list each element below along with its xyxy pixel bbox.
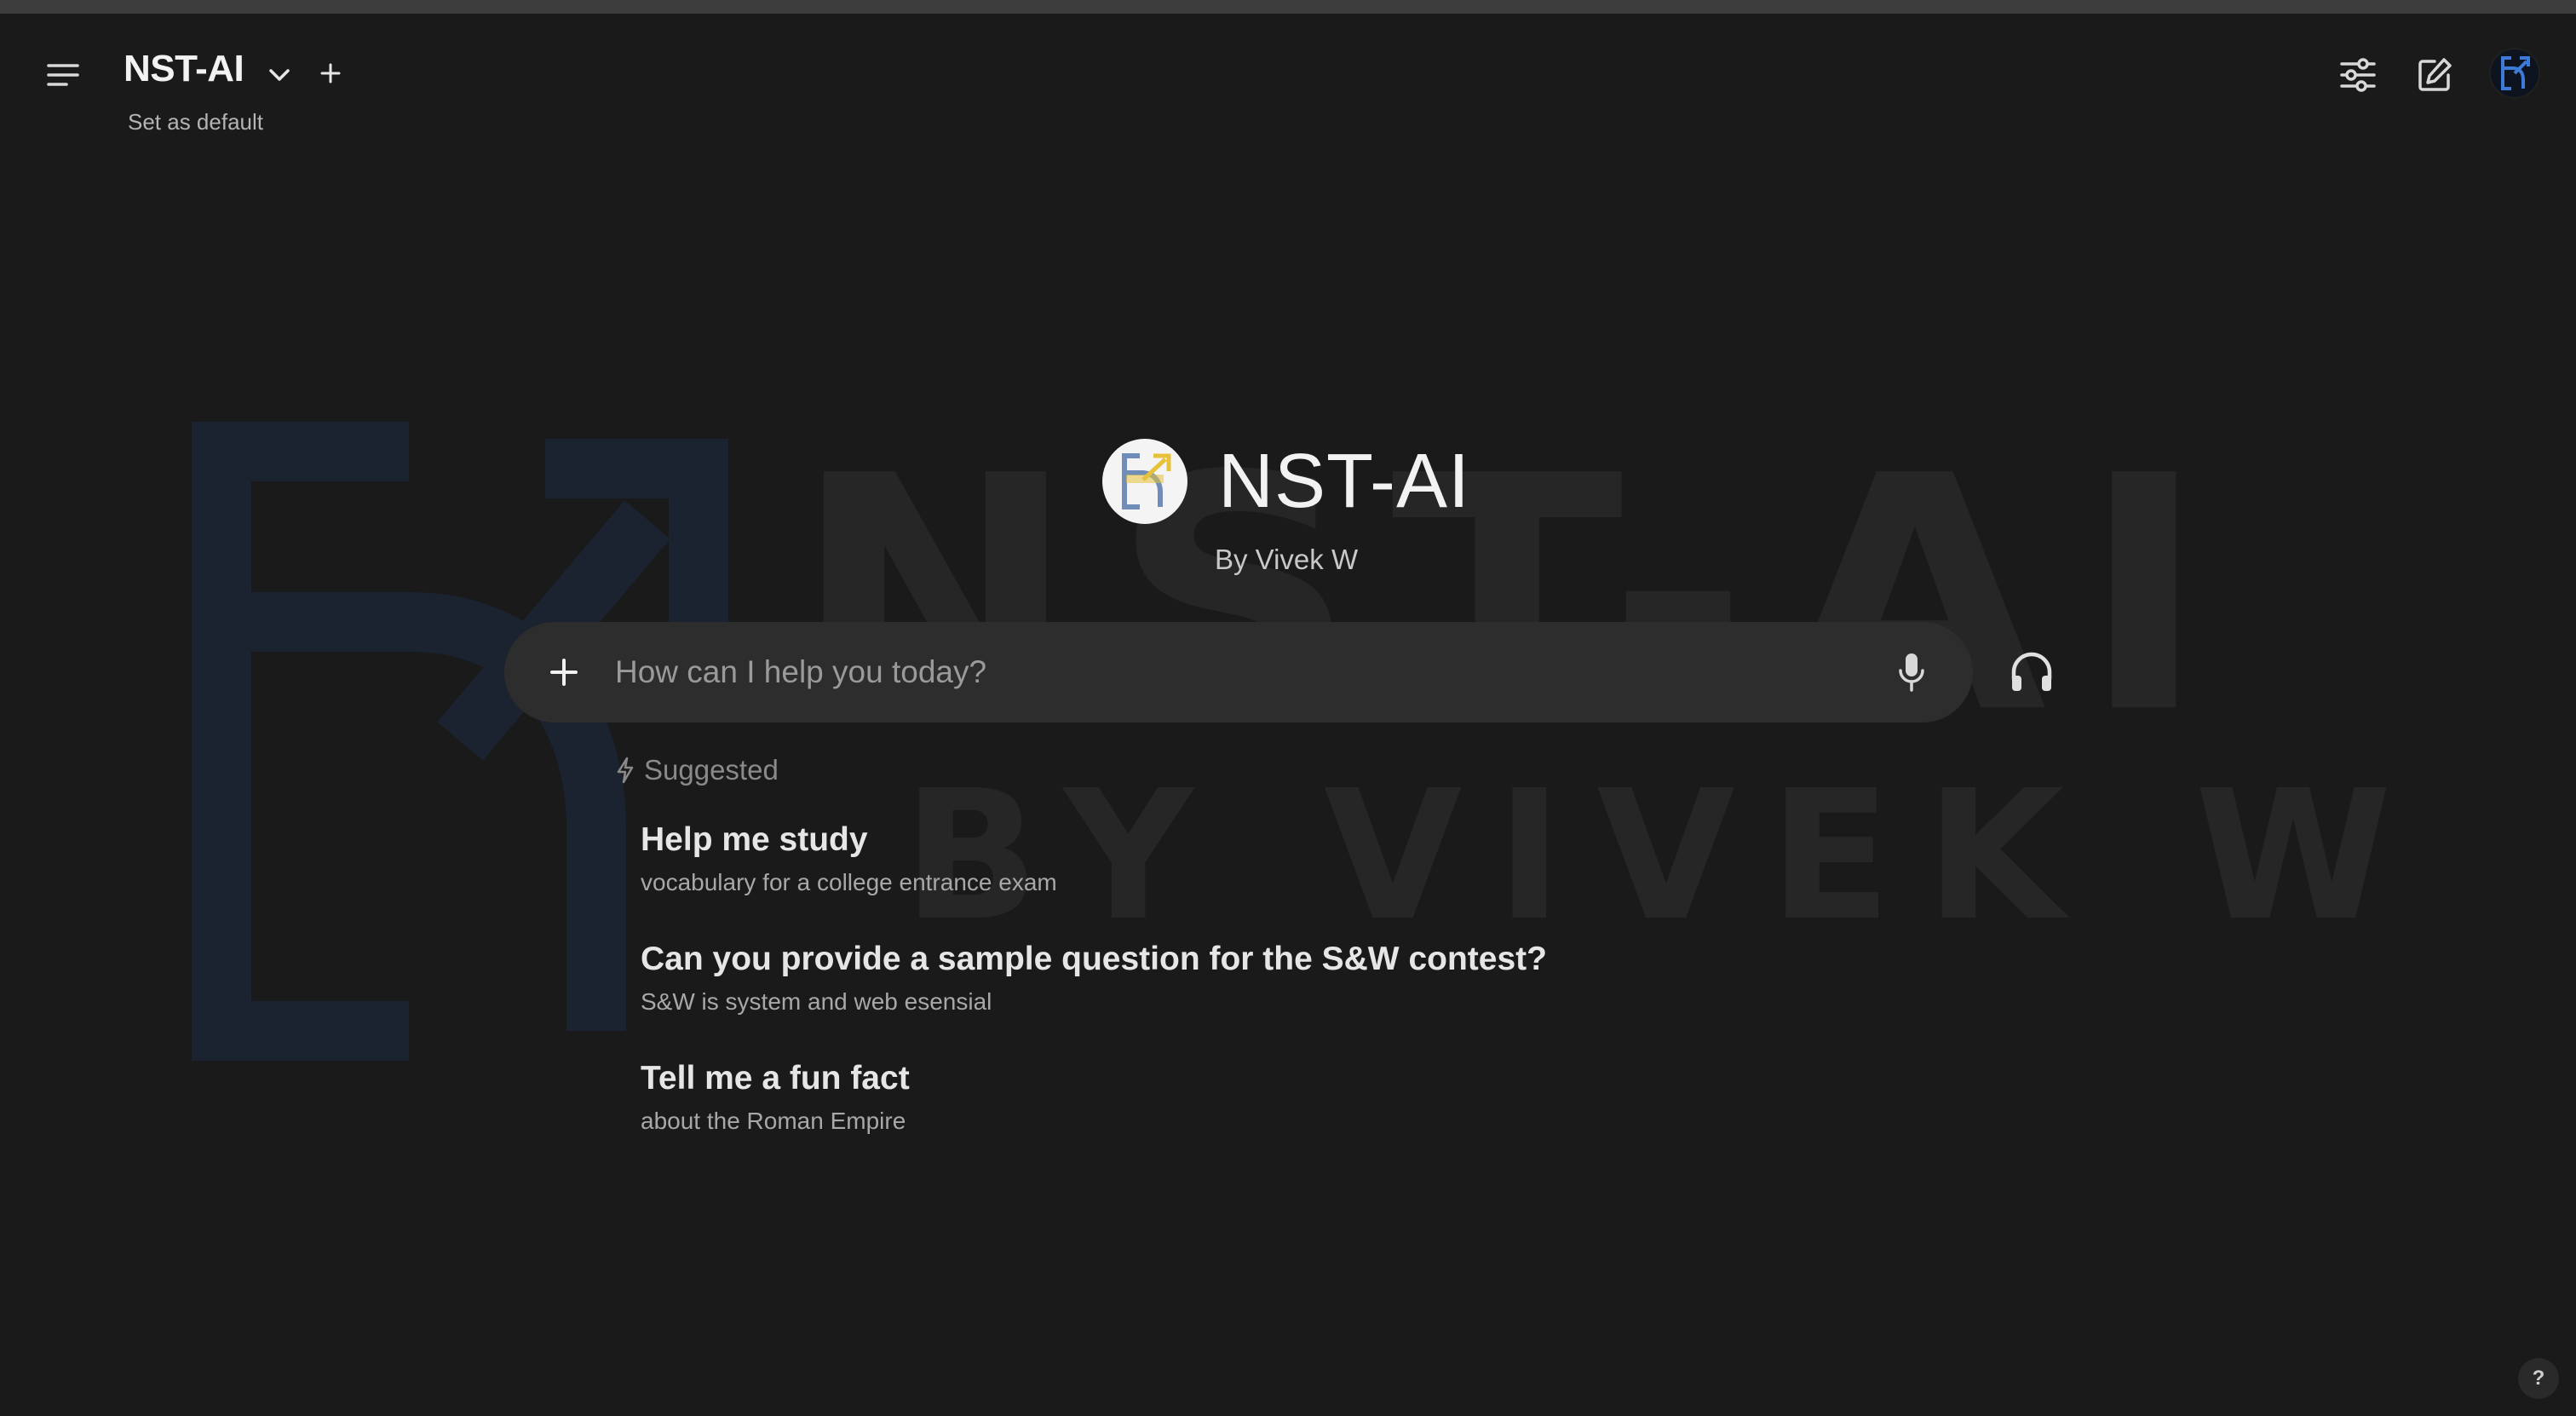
- suggestion-title: Tell me a fun fact: [641, 1060, 910, 1097]
- edit-icon: [2418, 58, 2452, 91]
- suggestion-subtitle: about the Roman Empire: [641, 1108, 906, 1134]
- suggestion-help-me-study[interactable]: Help me study vocabulary for a college e…: [641, 818, 1748, 937]
- suggestion-subtitle: vocabulary for a college entrance exam: [641, 869, 1057, 895]
- suggestion-subtitle: S&W is system and web esensial: [641, 988, 992, 1015]
- dictate-button[interactable]: [1886, 647, 1937, 698]
- microphone-icon: [1899, 653, 1924, 692]
- add-model-button[interactable]: [313, 55, 348, 92]
- voice-mode-button[interactable]: [2004, 644, 2060, 700]
- attach-button[interactable]: [538, 647, 589, 698]
- headphones-icon: [2011, 652, 2052, 691]
- message-input[interactable]: [615, 642, 1808, 702]
- controls-button[interactable]: [2334, 51, 2382, 99]
- chevron-down-icon: [269, 69, 290, 81]
- assistant-logo: [1102, 439, 1187, 524]
- set-as-default-link[interactable]: Set as default: [128, 109, 263, 135]
- suggestion-title: Help me study: [641, 821, 868, 858]
- user-avatar[interactable]: [2489, 48, 2540, 99]
- new-chat-button[interactable]: [2411, 51, 2458, 99]
- window-top-strip: [0, 0, 2576, 14]
- assistant-hero: NST-AI: [1102, 435, 1470, 528]
- sidebar-menu-icon: [47, 64, 79, 86]
- message-composer: [504, 622, 1973, 722]
- avatar-logo-icon: [2501, 56, 2530, 90]
- suggestion-fun-fact[interactable]: Tell me a fun fact about the Roman Empir…: [641, 1056, 1748, 1176]
- suggested-label: Suggested: [644, 754, 779, 786]
- model-selector-title[interactable]: NST-AI: [124, 48, 244, 90]
- suggestion-list: Help me study vocabulary for a college e…: [641, 818, 1748, 1176]
- suggestion-sw-contest[interactable]: Can you provide a sample question for th…: [641, 937, 1748, 1056]
- plus-icon: [320, 63, 341, 83]
- assistant-byline: By Vivek W: [1215, 544, 1359, 575]
- plus-icon: [550, 659, 578, 686]
- help-button[interactable]: ?: [2518, 1358, 2559, 1399]
- sliders-icon: [2340, 58, 2376, 92]
- suggestion-title: Can you provide a sample question for th…: [641, 941, 1547, 977]
- assistant-title: NST-AI: [1218, 438, 1471, 524]
- nst-logo-icon: [1122, 453, 1171, 509]
- model-selector-chevron[interactable]: [262, 58, 296, 92]
- lightning-icon: [617, 757, 634, 784]
- suggested-header: Suggested: [615, 753, 779, 787]
- sidebar-toggle-button[interactable]: [37, 55, 89, 95]
